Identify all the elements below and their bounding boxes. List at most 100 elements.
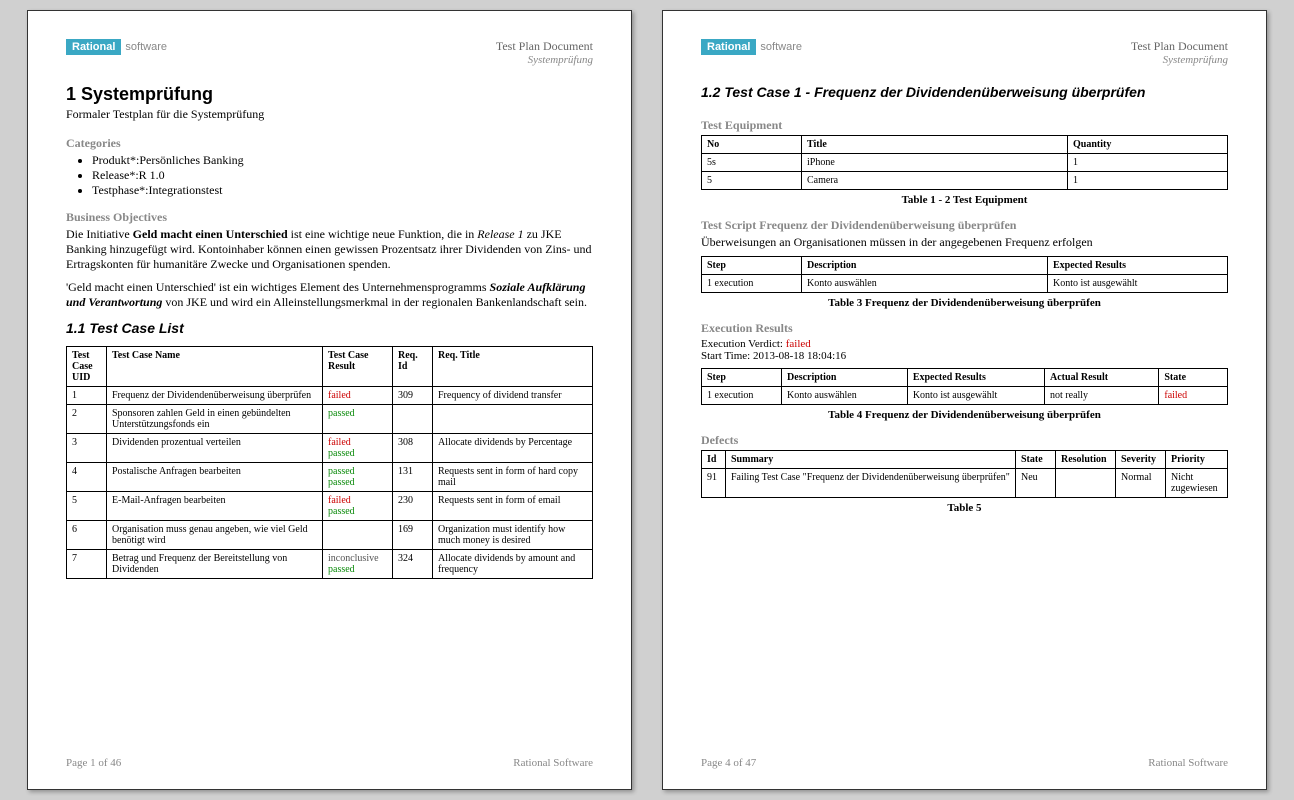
table-cell [433,405,593,434]
table-header: Req. Id [393,347,433,387]
page-footer: Page 4 of 47 Rational Software [701,753,1228,769]
table-cell: Neu [1016,469,1056,498]
header-right: Test Plan Document Systemprüfung [1131,39,1228,66]
table-cell: 324 [393,550,433,579]
table-cell: Requests sent in form of hard copy mail [433,463,593,492]
table-cell: Konto auswählen [802,275,1048,293]
document-page-1: Rational software Test Plan Document Sys… [27,10,632,790]
header-title: Test Plan Document [1131,39,1228,54]
table-header: Resolution [1056,451,1116,469]
category-item: Produkt*:Persönliches Banking [92,153,593,168]
table-header: Test Case Name [107,347,323,387]
table-cell [1056,469,1116,498]
logo: Rational software [66,39,167,55]
script-caption: Table 3 Frequenz der Dividendenüberweisu… [701,297,1228,309]
footer-brand: Rational Software [513,757,593,769]
execution-start-time: Start Time: 2013-08-18 18:04:16 [701,350,1228,362]
table-header: No [702,136,802,154]
document-page-2: Rational software Test Plan Document Sys… [662,10,1267,790]
footer-brand: Rational Software [1148,757,1228,769]
table-cell: Failing Test Case "Frequenz der Dividend… [726,469,1016,498]
table-cell: 7 [67,550,107,579]
table-cell: 6 [67,521,107,550]
heading-1-1: 1.1 Test Case List [66,320,593,336]
table-row: 5siPhone1 [702,154,1228,172]
table-header: State [1159,369,1228,387]
table-cell: 1 execution [702,387,782,405]
table-cell: 1 execution [702,275,802,293]
table-cell: 4 [67,463,107,492]
table-cell: Frequency of dividend transfer [433,387,593,405]
footer-page: Page 4 of 47 [701,757,756,769]
execution-table: StepDescriptionExpected ResultsActual Re… [701,368,1228,405]
table-row: 3Dividenden prozentual verteilenfailedpa… [67,434,593,463]
category-item: Testphase*:Integrationstest [92,183,593,198]
table-row: 5E-Mail-Anfragen bearbeitenfailedpassed2… [67,492,593,521]
table-cell: 5 [67,492,107,521]
table-cell: Organization must identify how much mone… [433,521,593,550]
table-cell: Konto ist ausgewählt [1048,275,1228,293]
table-cell [393,405,433,434]
table-cell: Allocate dividends by Percentage [433,434,593,463]
business-objectives-label: Business Objectives [66,210,593,225]
table-cell: 5s [702,154,802,172]
defects-label: Defects [701,433,1228,448]
table-cell: Allocate dividends by amount and frequen… [433,550,593,579]
table-cell: inconclusivepassed [323,550,393,579]
table-row: 1 executionKonto auswählenKonto ist ausg… [702,387,1228,405]
logo-software: software [757,41,802,53]
table-header: Quantity [1068,136,1228,154]
table-cell: 3 [67,434,107,463]
table-cell: Requests sent in form of email [433,492,593,521]
table-cell: Dividenden prozentual verteilen [107,434,323,463]
heading-1-2: 1.2 Test Case 1 - Frequenz der Dividende… [701,84,1228,100]
table-cell: 169 [393,521,433,550]
table-row: 1 executionKonto auswählenKonto ist ausg… [702,275,1228,293]
table-row: 4Postalische Anfragen bearbeitenpassedpa… [67,463,593,492]
table-cell: 1 [1068,154,1228,172]
table-cell: Camera [802,172,1068,190]
table-row: 91Failing Test Case "Frequenz der Divide… [702,469,1228,498]
table-cell: 91 [702,469,726,498]
test-equipment-label: Test Equipment [701,118,1228,133]
test-script-desc: Überweisungen an Organisationen müssen i… [701,235,1228,250]
table-header: Step [702,369,782,387]
table-cell: 2 [67,405,107,434]
page-header: Rational software Test Plan Document Sys… [701,39,1228,66]
header-right: Test Plan Document Systemprüfung [496,39,593,66]
bo-paragraph-1: Die Initiative Geld macht einen Untersch… [66,227,593,272]
execution-results-label: Execution Results [701,321,1228,336]
table-cell: Konto auswählen [782,387,908,405]
table-cell: Frequenz der Dividendenüberweisung überp… [107,387,323,405]
footer-page: Page 1 of 46 [66,757,121,769]
table-header: State [1016,451,1056,469]
categories-list: Produkt*:Persönliches BankingRelease*:R … [92,153,593,198]
execution-verdict: Execution Verdict: failed [701,338,1228,350]
table-cell: 308 [393,434,433,463]
table-cell: Betrag und Frequenz der Bereitstellung v… [107,550,323,579]
table-cell: Organisation muss genau angeben, wie vie… [107,521,323,550]
bo-paragraph-2: 'Geld macht einen Unterschied' ist ein w… [66,280,593,310]
equipment-caption: Table 1 - 2 Test Equipment [701,194,1228,206]
table-cell: 309 [393,387,433,405]
table-cell: Sponsoren zahlen Geld in einen gebündelt… [107,405,323,434]
table-row: 7Betrag und Frequenz der Bereitstellung … [67,550,593,579]
logo: Rational software [701,39,802,55]
header-subtitle: Systemprüfung [496,54,593,66]
table-cell: 1 [1068,172,1228,190]
table-cell: 131 [393,463,433,492]
table-cell [323,521,393,550]
table-cell: not really [1045,387,1159,405]
equipment-table: NoTitleQuantity 5siPhone15Camera1 [701,135,1228,190]
table-cell: 5 [702,172,802,190]
table-row: 6Organisation muss genau angeben, wie vi… [67,521,593,550]
table-row: 2Sponsoren zahlen Geld in einen gebündel… [67,405,593,434]
table-row: 5Camera1 [702,172,1228,190]
script-table: StepDescriptionExpected Results 1 execut… [701,256,1228,293]
table-header: Expected Results [1048,257,1228,275]
table-cell: Konto ist ausgewählt [907,387,1044,405]
logo-rational: Rational [701,39,756,55]
page-header: Rational software Test Plan Document Sys… [66,39,593,66]
table-cell: failedpassed [323,492,393,521]
table-header: Expected Results [907,369,1044,387]
